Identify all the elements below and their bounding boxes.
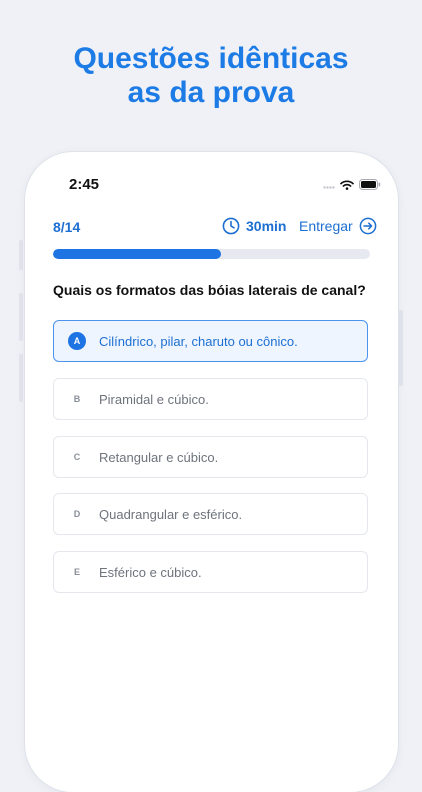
- option-text: Retangular e cúbico.: [99, 449, 219, 465]
- clock-icon: [222, 217, 240, 235]
- phone-side-button: [399, 310, 403, 386]
- option-text: Quadrangular e esférico.: [99, 506, 243, 522]
- option-text: Cilíndrico, pilar, charuto ou cônico.: [99, 333, 298, 349]
- phone-side-button: [19, 240, 23, 270]
- status-time: 2:45: [69, 176, 100, 193]
- promo-title-line-2: as da prova: [127, 76, 295, 109]
- timer: 30min: [222, 217, 286, 235]
- promo-title-line-1: Questões idênticas: [73, 42, 349, 75]
- answer-option-e[interactable]: E Esférico e cúbico.: [53, 551, 368, 593]
- timer-label: 30min: [246, 218, 287, 234]
- option-text: Esférico e cúbico.: [99, 564, 202, 580]
- option-letter: E: [73, 567, 80, 577]
- option-letter: B: [73, 394, 81, 404]
- phone-side-button: [19, 354, 23, 402]
- answer-option-c[interactable]: C Retangular e cúbico.: [53, 436, 368, 478]
- option-letter: C: [73, 452, 81, 462]
- status-icons: [323, 179, 381, 190]
- question-progress-count: 8/14: [53, 219, 81, 235]
- option-letter: A: [68, 332, 86, 350]
- wifi-icon: [340, 179, 354, 190]
- question-text: Quais os formatos das bóias laterais de …: [53, 282, 366, 298]
- battery-icon: [359, 179, 381, 190]
- answer-option-a[interactable]: A Cilíndrico, pilar, charuto ou cônico.: [53, 320, 368, 362]
- option-letter: D: [73, 509, 81, 519]
- progress-bar-fill: [53, 249, 221, 259]
- phone-side-button: [19, 293, 23, 341]
- submit-button[interactable]: Entregar: [299, 217, 377, 235]
- option-text: Piramidal e cúbico.: [99, 391, 209, 407]
- arrow-right-circle-icon: [359, 217, 377, 235]
- answer-option-b[interactable]: B Piramidal e cúbico.: [53, 378, 368, 420]
- answer-option-d[interactable]: D Quadrangular e esférico.: [53, 493, 368, 535]
- signal-icon: [323, 186, 335, 189]
- progress-bar: [53, 249, 370, 259]
- submit-label: Entregar: [299, 218, 353, 234]
